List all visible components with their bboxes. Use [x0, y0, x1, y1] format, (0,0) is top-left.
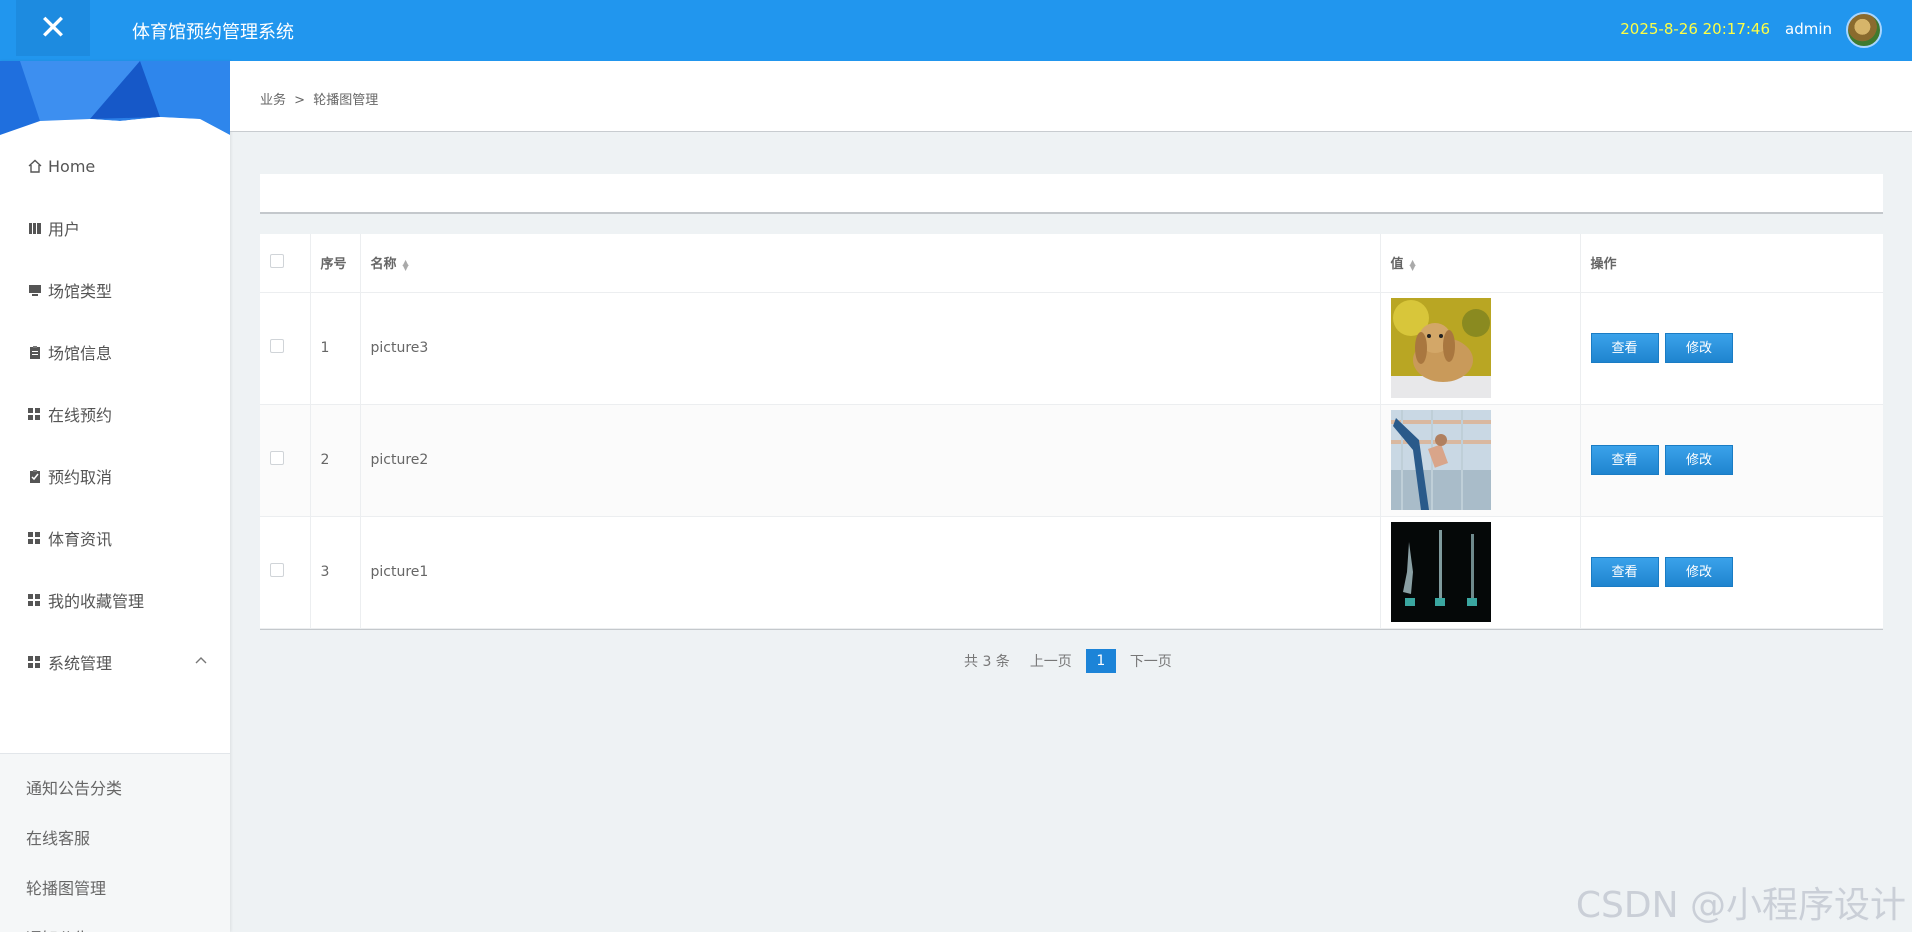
search-panel: [260, 174, 1883, 214]
edit-button[interactable]: 修改: [1664, 333, 1733, 363]
column-header-name[interactable]: 名称 ▲ ▼: [360, 234, 1381, 293]
submenu-item-notice[interactable]: 通知公告: [0, 912, 230, 932]
submenu-item-online-service[interactable]: 在线客服: [0, 812, 230, 862]
sidebar-item-label: 用户: [48, 220, 81, 239]
top-header: ✕ 体育馆预约管理系统 2025-8-26 20:17:46 admin: [0, 0, 1912, 61]
breadcrumb-current: 轮播图管理: [313, 93, 379, 108]
sort-icon[interactable]: ▲ ▼: [1410, 258, 1416, 271]
username[interactable]: admin: [1785, 20, 1832, 38]
row-name: picture3: [360, 292, 1381, 405]
close-menu-button[interactable]: ✕: [16, 0, 90, 56]
dark-figures-photo: [1390, 522, 1491, 622]
row-name: picture1: [360, 516, 1381, 629]
close-icon: ✕: [38, 8, 68, 48]
breadcrumb-separator: >: [294, 93, 306, 108]
column-header-name-label: 名称: [370, 257, 397, 273]
view-button[interactable]: 查看: [1590, 333, 1659, 363]
column-header-value[interactable]: 值 ▲ ▼: [1380, 234, 1581, 293]
row-image-cell: [1380, 404, 1581, 517]
row-checkbox[interactable]: [270, 451, 284, 465]
table-row: 2 picture2 查看 修改: [260, 404, 1883, 517]
sidebar-item-users[interactable]: 用户: [0, 197, 230, 259]
sidebar-item-booking-cancel[interactable]: 预约取消: [0, 445, 230, 507]
view-button[interactable]: 查看: [1590, 445, 1659, 475]
sidebar: Home 用户 场馆类型 场馆信息 在线预约 预约取消 体育资讯 我的收藏管理 …: [0, 61, 230, 932]
sort-icon[interactable]: ▲ ▼: [403, 258, 409, 271]
row-actions: 查看 修改: [1580, 292, 1883, 405]
pagination-prev[interactable]: 上一页: [1030, 651, 1072, 671]
sidebar-item-favorites[interactable]: 我的收藏管理: [0, 569, 230, 631]
row-index: 1: [310, 292, 361, 405]
sidebar-item-label: 在线预约: [48, 406, 113, 425]
pagination-page-current[interactable]: 1: [1085, 649, 1116, 673]
system-management-submenu: 通知公告分类 在线客服 轮播图管理 通知公告: [0, 753, 230, 932]
sidebar-item-label: Home: [48, 156, 96, 176]
row-name: picture2: [360, 404, 1381, 517]
pagination-next[interactable]: 下一页: [1130, 651, 1172, 671]
gymnast-photo: [1390, 410, 1491, 510]
pagination: 共 3 条 上一页 1 下一页: [964, 649, 1186, 673]
sidebar-item-label: 体育资讯: [48, 530, 113, 549]
table-row: 3 picture1 查看 修改: [260, 516, 1883, 629]
edit-button[interactable]: 修改: [1664, 445, 1733, 475]
grid-icon: [28, 532, 46, 544]
row-image-cell: [1380, 292, 1581, 405]
sidebar-item-label: 预约取消: [48, 468, 113, 487]
monitor-icon: [28, 283, 46, 297]
rabbit-photo: [1390, 298, 1491, 398]
select-all-checkbox[interactable]: [270, 253, 284, 268]
select-all-cell: [260, 234, 311, 293]
row-index: 3: [310, 516, 361, 629]
edit-button[interactable]: 修改: [1664, 557, 1733, 587]
grid-icon: [28, 594, 46, 606]
submenu-item-notice-category[interactable]: 通知公告分类: [0, 762, 230, 812]
app-title: 体育馆预约管理系统: [132, 22, 294, 43]
breadcrumb-bar: 业务 > 轮播图管理: [230, 61, 1912, 132]
table-header-row: 序号 名称 ▲ ▼ 值 ▲ ▼ 操作: [260, 234, 1883, 293]
grid-icon: [28, 656, 46, 668]
submenu-item-carousel[interactable]: 轮播图管理: [0, 862, 230, 912]
row-actions: 查看 修改: [1580, 516, 1883, 629]
row-actions: 查看 修改: [1580, 404, 1883, 517]
current-datetime: 2025-8-26 20:17:46: [1620, 20, 1770, 38]
column-header-index: 序号: [310, 234, 361, 293]
sidebar-item-sports-news[interactable]: 体育资讯: [0, 507, 230, 569]
chevron-up-icon[interactable]: [194, 653, 208, 669]
sidebar-item-system-management[interactable]: 系统管理: [0, 631, 230, 693]
avatar[interactable]: [1846, 12, 1882, 48]
row-checkbox[interactable]: [270, 339, 284, 353]
data-table: 序号 名称 ▲ ▼ 值 ▲ ▼ 操作 1 picture3 查看 修改 2 pi…: [260, 234, 1883, 630]
sidebar-banner: [0, 61, 230, 135]
row-checkbox[interactable]: [270, 563, 284, 577]
grid-icon: [28, 408, 46, 420]
sidebar-item-venue-types[interactable]: 场馆类型: [0, 259, 230, 321]
sidebar-item-venue-info[interactable]: 场馆信息: [0, 321, 230, 383]
column-header-value-label: 值: [1390, 257, 1404, 273]
row-image-cell: [1380, 516, 1581, 629]
home-icon: [28, 159, 46, 173]
pagination-total: 共 3 条: [964, 654, 1010, 670]
sidebar-item-label: 系统管理: [48, 654, 113, 673]
clipboard-check-icon: [28, 469, 46, 483]
sidebar-item-label: 我的收藏管理: [48, 592, 145, 611]
breadcrumb: 业务 > 轮播图管理: [260, 89, 382, 108]
watermark: CSDN @小程序设计: [1575, 885, 1906, 926]
column-header-actions: 操作: [1580, 234, 1883, 293]
sidebar-item-label: 场馆类型: [48, 282, 113, 301]
sidebar-nav: Home 用户 场馆类型 场馆信息 在线预约 预约取消 体育资讯 我的收藏管理 …: [0, 135, 230, 693]
sidebar-item-label: 场馆信息: [48, 344, 113, 363]
book-icon: [28, 221, 46, 235]
row-index: 2: [310, 404, 361, 517]
sidebar-item-online-booking[interactable]: 在线预约: [0, 383, 230, 445]
table-row: 1 picture3 查看 修改: [260, 292, 1883, 405]
clipboard-icon: [28, 345, 46, 359]
view-button[interactable]: 查看: [1590, 557, 1659, 587]
sidebar-item-home[interactable]: Home: [0, 135, 230, 197]
breadcrumb-parent[interactable]: 业务: [260, 93, 286, 108]
